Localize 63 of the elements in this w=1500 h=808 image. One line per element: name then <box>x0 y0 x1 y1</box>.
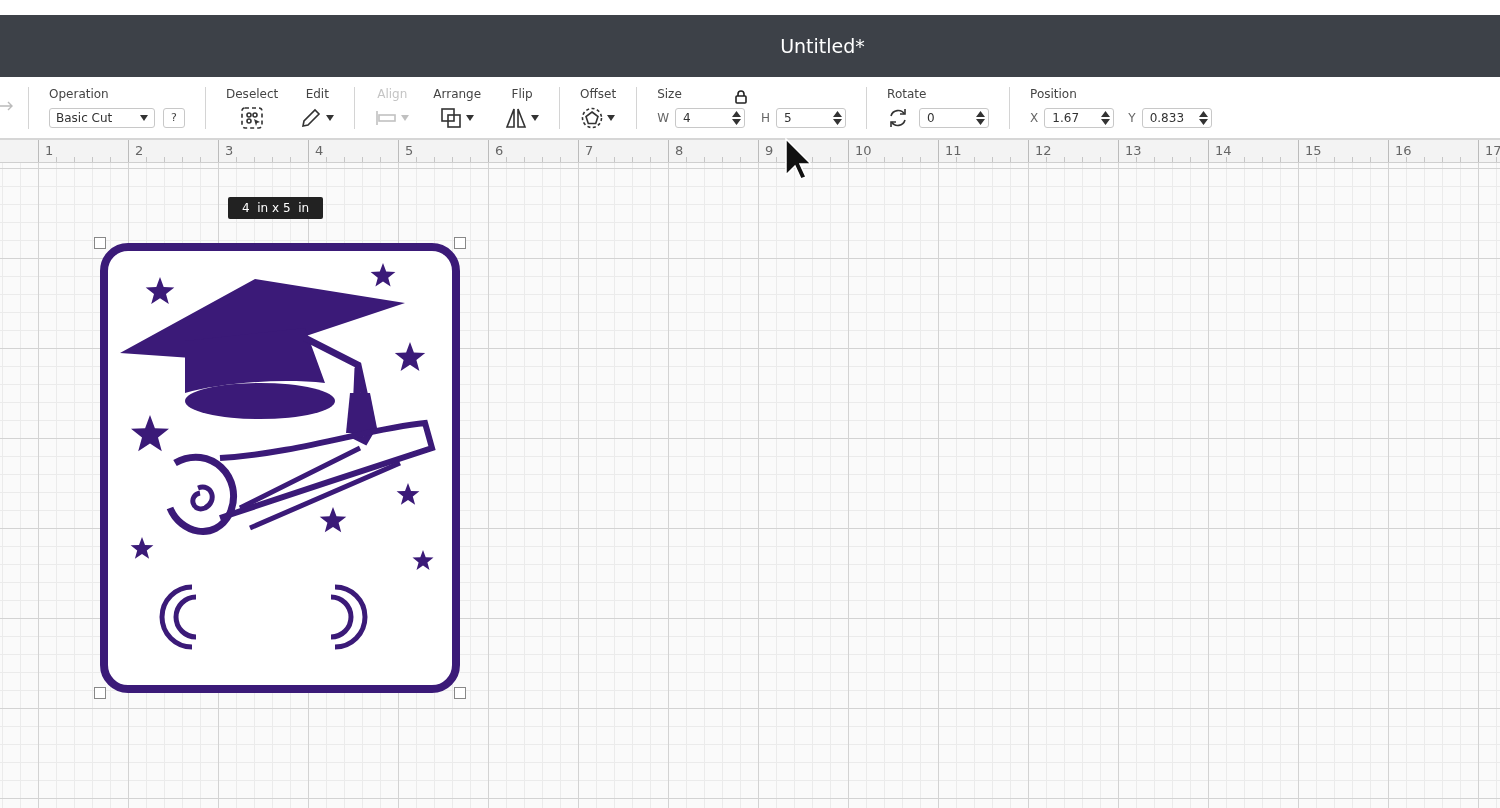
stepper-icon[interactable] <box>732 110 742 125</box>
ruler-number: 1 <box>45 143 54 158</box>
stepper-icon[interactable] <box>1198 110 1208 125</box>
pencil-icon <box>300 106 323 129</box>
caret-icon <box>607 114 616 121</box>
x-field[interactable]: 1.67 <box>1044 107 1115 128</box>
rotate-label: Rotate <box>887 86 927 101</box>
ruler-number: 17 <box>1485 143 1500 158</box>
ruler-number: 3 <box>225 143 234 158</box>
tool-label: Offset <box>580 86 617 101</box>
caret-icon <box>326 114 335 121</box>
size-label: Size <box>657 86 682 101</box>
width-label: W <box>657 110 670 125</box>
stepper-icon[interactable] <box>1101 110 1111 125</box>
ruler-number: 12 <box>1035 143 1052 158</box>
ruler-number: 5 <box>405 143 414 158</box>
ruler-number: 8 <box>675 143 684 158</box>
height-field[interactable]: 5 <box>776 107 847 128</box>
ruler-number: 2 <box>135 143 144 158</box>
tool-label: Edit <box>305 86 329 101</box>
ruler-number: 4 <box>315 143 324 158</box>
help-button[interactable]: ? <box>163 107 185 128</box>
ruler-number: 10 <box>855 143 872 158</box>
position-label: Position <box>1030 86 1077 101</box>
tool-button[interactable] <box>241 106 264 129</box>
operation-label: Operation <box>49 86 109 101</box>
ruler-number: 14 <box>1215 143 1232 158</box>
caret-icon <box>140 114 148 121</box>
ruler-number: 13 <box>1125 143 1142 158</box>
flip-icon <box>505 106 528 129</box>
y-field[interactable]: 0.833 <box>1141 107 1212 128</box>
deselect-icon <box>241 106 264 129</box>
stepper-icon[interactable] <box>833 110 843 125</box>
tool-button[interactable] <box>440 106 475 129</box>
tool-label: Flip <box>511 86 533 101</box>
tool-button[interactable] <box>300 106 335 129</box>
stepper-icon[interactable] <box>976 110 986 125</box>
width-field[interactable]: 4 <box>675 107 746 128</box>
caret-icon <box>401 114 410 121</box>
y-label: Y <box>1128 110 1136 125</box>
ruler-number: 16 <box>1395 143 1412 158</box>
ruler-number: 7 <box>585 143 594 158</box>
operation-dropdown[interactable]: Basic Cut <box>49 107 155 128</box>
tool-button[interactable] <box>505 106 540 129</box>
x-label: X <box>1030 110 1039 125</box>
caret-icon <box>531 114 540 121</box>
lock-icon[interactable] <box>735 90 747 104</box>
arrange-icon <box>440 106 463 129</box>
tool-label: Align <box>377 86 408 101</box>
rotate-field[interactable]: 0 <box>919 107 990 128</box>
height-label: H <box>761 110 771 125</box>
window-title: Untitled* <box>780 35 865 57</box>
tool-label: Deselect <box>226 86 279 101</box>
canvas-grid[interactable]: 4 in x 5 in <box>0 163 1500 808</box>
tool-button[interactable] <box>581 106 616 129</box>
ruler-number: 15 <box>1305 143 1322 158</box>
ruler-number: 6 <box>495 143 504 158</box>
ruler-number: 11 <box>945 143 962 158</box>
tool-label: Arrange <box>433 86 482 101</box>
offset-icon <box>581 106 604 129</box>
caret-icon <box>466 114 475 121</box>
ruler-number: 9 <box>765 143 774 158</box>
dimensions-tooltip: 4 in x 5 in <box>228 197 324 219</box>
